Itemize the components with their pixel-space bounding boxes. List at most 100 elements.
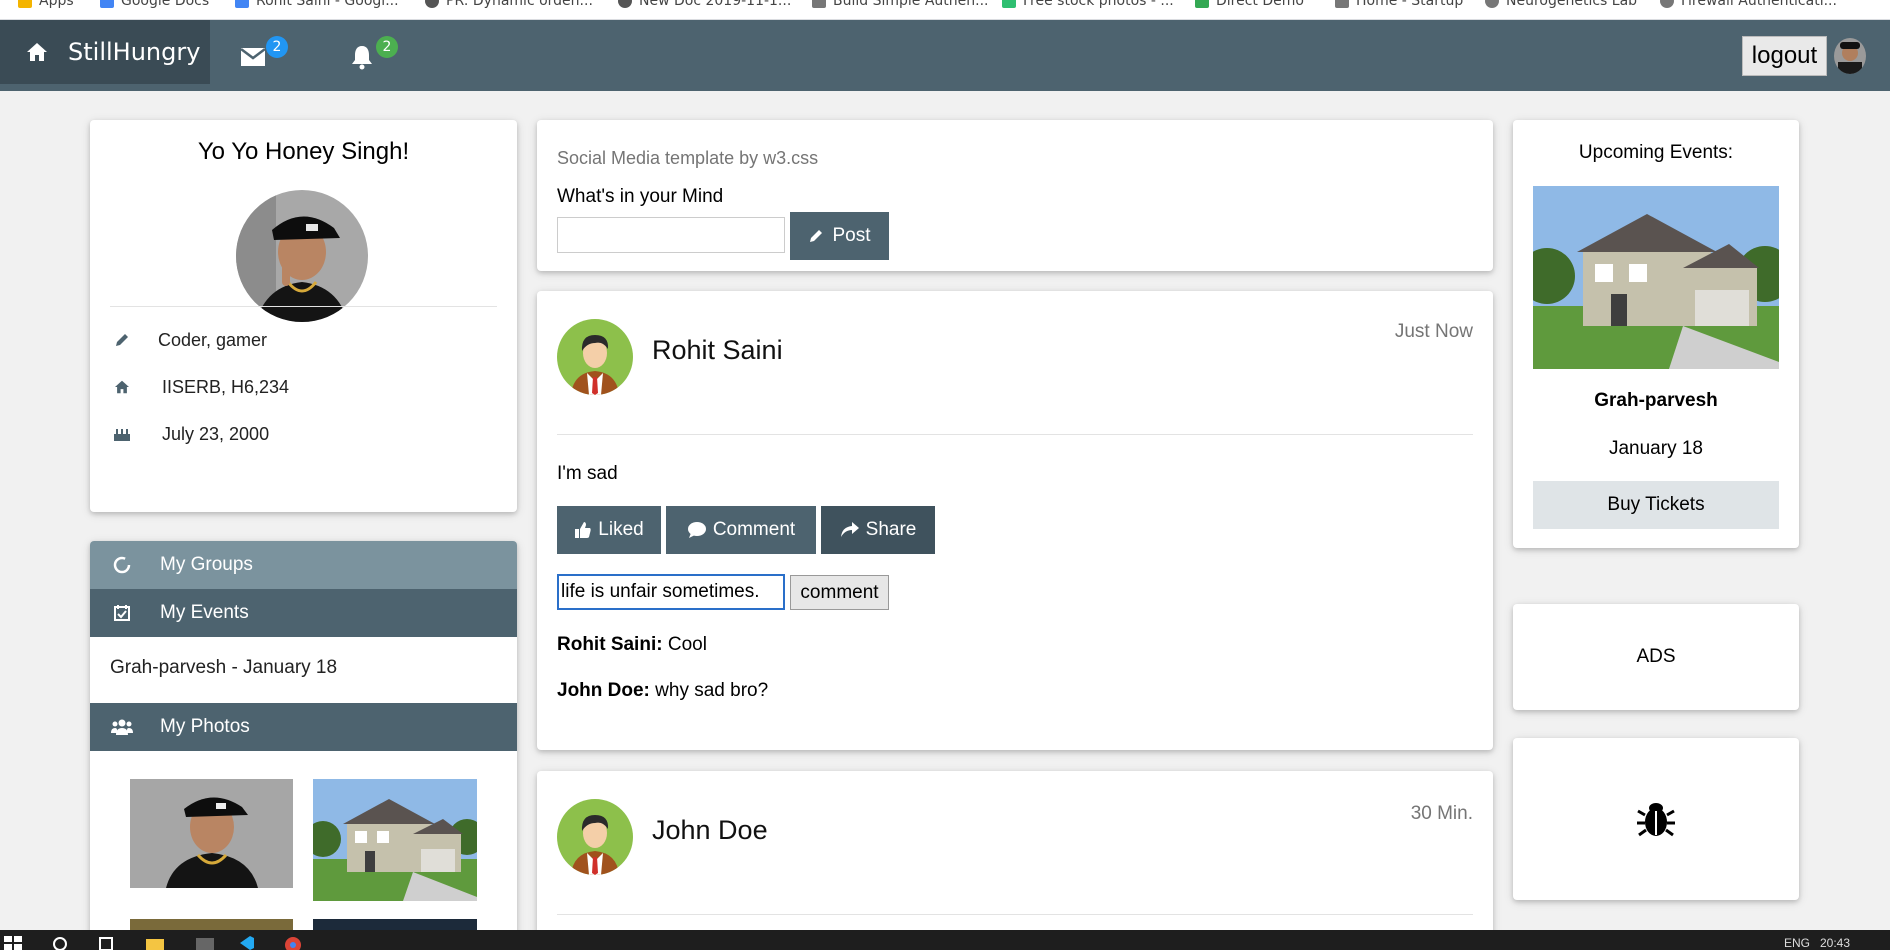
comment-submit-button[interactable]: comment <box>790 575 889 610</box>
ads-label: ADS <box>1636 646 1676 667</box>
post-divider <box>557 914 1473 915</box>
globe-icon <box>1485 0 1499 8</box>
post-text: I'm sad <box>557 463 618 484</box>
buy-tickets-button[interactable]: Buy Tickets <box>1533 481 1779 529</box>
my-photos-label: My Photos <box>160 716 250 737</box>
clock[interactable]: 20:43 <box>1820 936 1850 950</box>
post-button[interactable]: Post <box>790 212 889 260</box>
comment-text: why sad bro? <box>655 680 769 701</box>
home-icon <box>27 43 47 61</box>
file-explorer-icon[interactable] <box>146 936 164 950</box>
vscode-icon[interactable] <box>238 936 256 950</box>
like-button-label: Liked <box>598 519 644 540</box>
bookmark-startup[interactable]: Home - Startup <box>1335 0 1463 11</box>
brand-name: StillHungry <box>68 38 201 66</box>
photo-thumbnail-portrait[interactable] <box>130 779 293 888</box>
logout-button[interactable]: logout <box>1742 36 1827 76</box>
github-icon <box>618 0 632 8</box>
share-arrow-icon <box>840 522 859 537</box>
post-author-name[interactable]: Rohit Saini <box>652 335 783 366</box>
share-button-label: Share <box>865 519 917 540</box>
template-title: Social Media template by w3.css <box>557 148 819 168</box>
bookmarks-bar: Apps Google Docs Rohit Saini - Googl... … <box>0 0 1890 20</box>
status-input[interactable] <box>557 217 785 253</box>
profile-name: Yo Yo Honey Singh! <box>197 138 410 165</box>
comment-action-label: Comment <box>712 519 796 540</box>
user-avatar[interactable] <box>1834 38 1866 74</box>
windows-start-icon[interactable] <box>4 936 22 950</box>
bug-icon <box>1637 803 1675 837</box>
birthday-cake-icon <box>110 422 134 446</box>
comment-author: Rohit Saini: <box>557 634 663 655</box>
composer-prompt: What's in your Mind <box>557 186 724 207</box>
photo-thumbnail-house[interactable] <box>313 779 477 901</box>
event-list-item: Grah-parvesh - January 18 <box>110 657 338 678</box>
bookmark-new-doc[interactable]: New Doc 2019-11-1... <box>618 0 791 11</box>
apps-grid-icon <box>18 0 32 8</box>
post-timestamp: 30 Min. <box>1410 803 1473 824</box>
comment-item: Rohit Saini: Cool <box>557 634 707 656</box>
profile-bio: Coder, gamer <box>158 329 268 350</box>
pencil-icon <box>110 328 134 352</box>
post-author-name[interactable]: John Doe <box>652 815 768 846</box>
messages-button[interactable]: 2 <box>240 36 288 68</box>
comment-input[interactable]: life is unfair sometimes. <box>557 574 785 610</box>
my-photos-button[interactable]: My Photos <box>90 703 517 751</box>
bookmark-firewall[interactable]: Firewall Authenticati... <box>1660 0 1837 11</box>
bookmark-stock-photos[interactable]: Free stock photos - ... <box>1002 0 1174 11</box>
profile-birthday: July 23, 2000 <box>162 423 270 444</box>
comment-item: John Doe: why sad bro? <box>557 680 768 702</box>
pencil-icon <box>810 230 823 242</box>
event-image <box>1533 186 1779 369</box>
bookmark-rohit-docs[interactable]: Rohit Saini - Googl... <box>235 0 399 11</box>
task-view-icon[interactable] <box>98 936 116 950</box>
bookmark-google-docs[interactable]: Google Docs <box>100 0 209 11</box>
bookmark-pr[interactable]: PR: Dynamic ordeh... <box>425 0 593 11</box>
upcoming-events-title: Upcoming Events: <box>1578 142 1734 163</box>
profile-card: Yo Yo Honey Singh! Coder, gamer IISERB, … <box>90 120 517 512</box>
post-author-avatar[interactable] <box>557 799 633 875</box>
event-date: January 18 <box>1608 438 1703 459</box>
envelope-icon <box>240 48 266 66</box>
search-icon[interactable] <box>52 936 70 950</box>
post-card: Rohit Saini Just Now I'm sad Liked Comme… <box>537 291 1493 750</box>
profile-address: IISERB, H6,234 <box>162 376 290 397</box>
language-indicator[interactable]: ENG <box>1784 936 1810 950</box>
messages-badge: 2 <box>266 36 288 58</box>
sidebar-accordion: My Groups My Events Grah-parvesh - Janua… <box>90 541 517 950</box>
top-navbar: StillHungry 2 2 logout <box>0 20 1890 91</box>
notifications-button[interactable]: 2 <box>350 36 398 70</box>
profile-photo <box>236 190 368 322</box>
lock-icon <box>812 0 826 8</box>
share-button[interactable]: Share <box>821 506 935 554</box>
calendar-check-icon <box>110 601 134 625</box>
profile-birthday-row: July 23, 2000 <box>110 419 269 449</box>
post-button-label: Post <box>832 225 871 246</box>
post-composer: Social Media template by w3.css What's i… <box>537 120 1493 271</box>
upcoming-events-card: Upcoming Events: Grah-parvesh January 18… <box>1513 120 1799 548</box>
bell-icon <box>352 46 372 70</box>
bookmark-build-auth[interactable]: Build Simple Authen... <box>812 0 989 11</box>
notifications-badge: 2 <box>376 36 398 58</box>
like-button[interactable]: Liked <box>557 506 661 554</box>
my-events-button[interactable]: My Events <box>90 589 517 637</box>
post-author-avatar[interactable] <box>557 319 633 395</box>
bookmark-apps[interactable]: Apps <box>18 0 74 11</box>
event-name: Grah-parvesh <box>1594 390 1718 411</box>
profile-divider <box>110 306 497 307</box>
brand-home-link[interactable]: StillHungry <box>0 20 210 84</box>
my-groups-button[interactable]: My Groups <box>90 541 517 589</box>
os-taskbar: ENG 20:43 <box>0 930 1890 950</box>
chrome-icon[interactable] <box>284 936 302 950</box>
my-groups-label: My Groups <box>160 554 253 575</box>
comment-author: John Doe: <box>557 680 650 701</box>
post-timestamp: Just Now <box>1394 321 1473 342</box>
system-tray: ENG 20:43 <box>1784 936 1850 950</box>
bookmark-direct-demo[interactable]: Direct Demo <box>1195 0 1304 11</box>
terminal-icon[interactable] <box>196 936 214 950</box>
bookmark-neurogenetics[interactable]: Neurogenetics Lab <box>1485 0 1637 11</box>
circle-notch-icon <box>110 553 134 577</box>
profile-bio-row: Coder, gamer <box>110 325 267 355</box>
comment-action-button[interactable]: Comment <box>666 506 816 554</box>
speech-bubble-icon <box>687 522 706 538</box>
